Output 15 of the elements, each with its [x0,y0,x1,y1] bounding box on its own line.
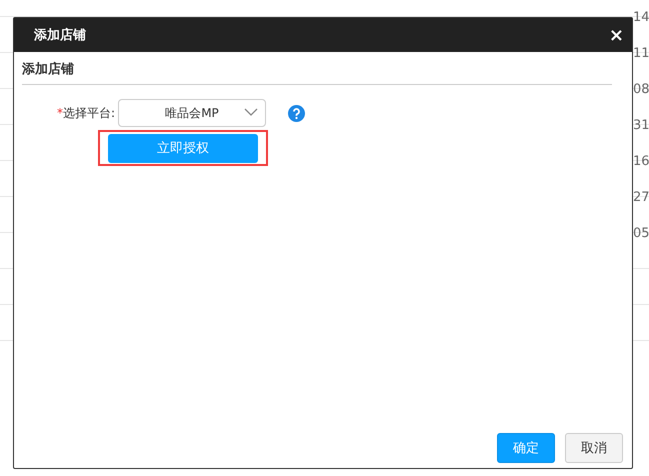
cancel-button[interactable]: 取消 [565,433,623,463]
platform-select[interactable]: 唯品会MP [118,99,266,127]
table-cell: 05 [633,226,649,241]
dialog-title: 添加店铺 [34,26,86,44]
table-cell: 16 [633,154,649,169]
table-cell: 11 [633,46,649,61]
caret-icon [244,108,258,117]
table-cell: 27 [633,190,649,205]
table-cell: 31 [633,118,649,133]
field-label: *选择平台: [56,104,115,122]
table-cell: 08 [633,82,649,97]
close-button[interactable]: × [608,24,624,46]
section-title: 添加店铺 [22,52,612,85]
table-cell: 14 [633,10,649,25]
help-icon[interactable] [288,104,305,122]
